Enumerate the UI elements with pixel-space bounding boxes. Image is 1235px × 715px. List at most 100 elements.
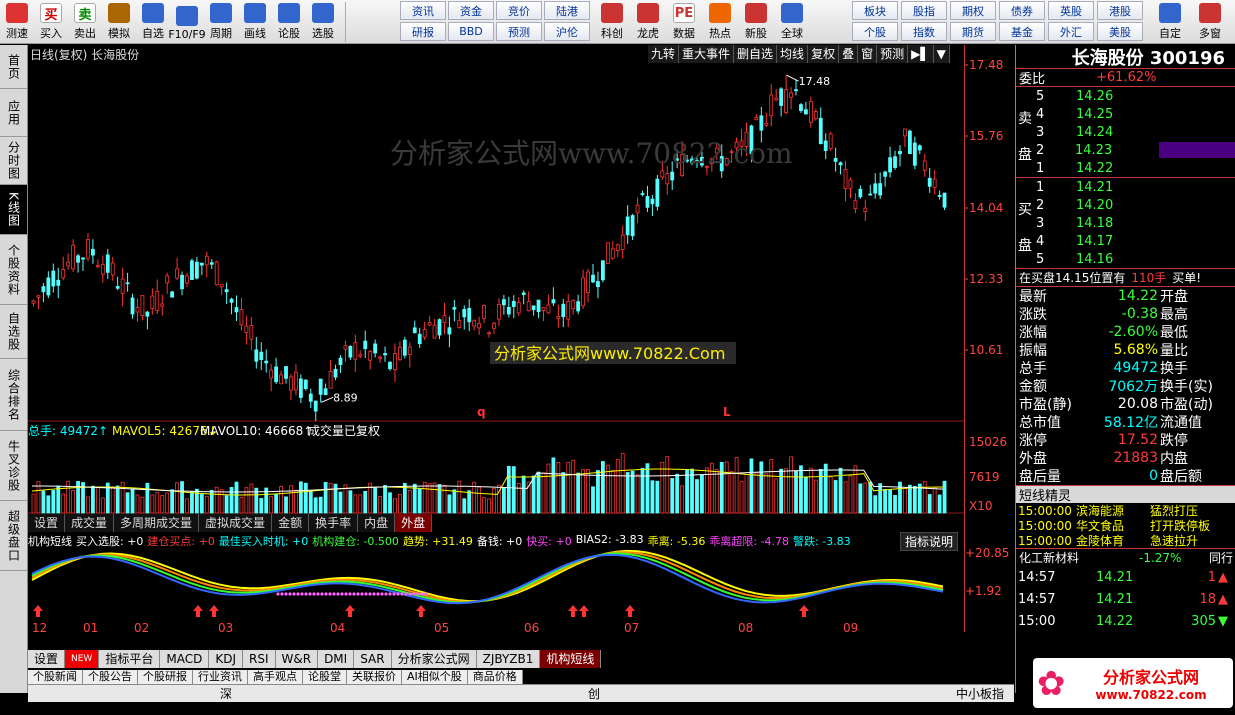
toolbar-small-button[interactable]: 竞价 [496,1,542,20]
toolbar-button-3[interactable]: 模拟 [102,0,136,44]
left-tab-1[interactable]: 应用 [0,89,27,137]
indicator-tab[interactable]: W&R [275,650,319,668]
sell-price[interactable]: 14.22 [1076,161,1146,176]
toolbar-button-7[interactable]: 画线 [238,0,272,44]
left-tab-7[interactable]: 牛叉诊股 [0,431,27,501]
info-tab[interactable]: 个股公告 [83,670,138,684]
chart-topbar-item[interactable]: 预测 [877,45,909,63]
sell-price[interactable]: 14.24 [1076,125,1146,140]
indicator-help-button[interactable]: 指标说明 [900,532,959,551]
buy-price[interactable]: 14.17 [1076,234,1146,249]
market-index[interactable]: 中小板指 [956,685,1004,702]
buy-price[interactable]: 14.20 [1076,198,1146,213]
buy-price[interactable]: 14.21 [1076,180,1146,195]
left-tab-3[interactable]: K线图 [0,185,27,235]
toolbar-button-1[interactable]: 买买入 [34,0,68,44]
indicator-tab[interactable]: KDJ [209,650,243,668]
toolbar-market-button[interactable]: 板块 [852,1,898,20]
toolbar-small-button[interactable]: 陆港 [544,1,590,20]
toolbar-small-button[interactable]: 预测 [496,22,542,41]
toolbar-market-button[interactable]: 港股 [1097,1,1143,20]
toolbar-small-button[interactable]: 研报 [400,22,446,41]
elves-stock[interactable]: 金陵体育 [1076,532,1150,549]
indicator-tab[interactable]: 指标平台 [99,650,161,668]
left-tab-5[interactable]: 自选股 [0,305,27,359]
indicator-tab[interactable]: MACD [160,650,210,668]
sell-price[interactable]: 14.26 [1076,89,1146,104]
buy-price[interactable]: 14.18 [1076,216,1146,231]
toolbar-button-2[interactable]: 卖卖出 [68,0,102,44]
toolbar-button-6[interactable]: 周期 [204,0,238,44]
indicator-tab[interactable]: 机构短线 [540,650,602,668]
chevron-down-icon[interactable]: ▼ [933,45,950,63]
volume-tab[interactable]: 多周期成交量 [114,514,200,532]
toolbar-button-8[interactable]: 论股 [272,0,306,44]
volume-tab[interactable]: 成交量 [65,514,115,532]
toolbar-market-button[interactable]: 期货 [950,22,996,41]
indicator-tab[interactable]: NEW [65,650,100,668]
info-tab[interactable]: 个股新闻 [28,670,83,684]
chart-topbar-item[interactable]: 叠 [839,45,859,63]
indicator-tab[interactable]: SAR [354,650,392,668]
volume-tab[interactable]: 内盘 [358,514,396,532]
indicator-tab[interactable]: ZJBYZB1 [476,650,541,668]
info-tab[interactable]: AI相似个股 [402,670,468,684]
volume-tab[interactable]: 换手率 [309,514,359,532]
market-index[interactable]: 创 [588,685,600,702]
chart-topbar-item[interactable]: 窗 [858,45,878,63]
toolbar-small-button[interactable]: 沪伦 [544,22,590,41]
toolbar-small-button[interactable]: 资讯 [400,1,446,20]
chart-topbar-item[interactable]: 复权 [808,45,840,63]
info-tab[interactable]: 高手观点 [248,670,303,684]
toolbar-market-button[interactable]: 英股 [1048,1,1094,20]
info-tab[interactable]: 关联报价 [347,670,402,684]
indicator-tab[interactable]: 分析家公式网 [391,650,477,668]
toolbar-market-button[interactable]: 期权 [950,1,996,20]
chart-topbar-item[interactable]: 删自选 [734,45,778,63]
buy-price[interactable]: 14.16 [1076,252,1146,267]
sector-name[interactable]: 化工新材料 [1019,549,1139,566]
arrow-right-icon[interactable]: ▶▌ [908,45,934,63]
toolbar-button-4[interactable]: 自选 [136,0,170,44]
toolbar-button-0[interactable]: 测速 [0,0,34,44]
toolbar-button-9[interactable]: 选股 [306,0,340,44]
sell-price[interactable]: 14.25 [1076,107,1146,122]
sector-tail[interactable]: 同行 [1209,549,1233,566]
indicator-tab[interactable]: DMI [318,650,355,668]
volume-tab[interactable]: 虚拟成交量 [199,514,273,532]
toolbar-market-button[interactable]: 指数 [901,22,947,41]
toolbar-market-button[interactable]: 外汇 [1048,22,1094,41]
toolbar-mid-button-2[interactable]: PE 数据 [666,0,702,44]
info-tab[interactable]: 行业资讯 [193,670,248,684]
toolbar-button-5[interactable]: F10/F9 [168,0,206,44]
toolbar-market-button[interactable]: 美股 [1097,22,1143,41]
toolbar-small-button[interactable]: BBD [448,22,494,41]
toolbar-far-button-0[interactable]: 自定 [1150,0,1190,44]
chart-topbar-item[interactable]: 九转 [648,45,680,63]
kline-chart-area[interactable]: 日线(复权) 长海股份 17.48 8.89 q L 分析家公式网www.70822.co… [28,45,964,632]
info-tab[interactable]: 论股堂 [303,670,347,684]
sell-price[interactable]: 14.23 [1075,143,1143,158]
toolbar-market-button[interactable]: 债券 [999,1,1045,20]
chart-topbar-item[interactable]: 均线 [777,45,809,63]
left-tab-8[interactable]: 超级盘口 [0,501,27,571]
volume-tab[interactable]: 外盘 [395,514,433,532]
market-index[interactable]: 深 [220,685,232,702]
info-tab[interactable]: 个股研报 [138,670,193,684]
toolbar-small-button[interactable]: 资金 [448,1,494,20]
indicator-tab[interactable]: 设置 [28,650,66,668]
left-tab-0[interactable]: 首页 [0,45,27,89]
volume-tab[interactable]: 金额 [272,514,310,532]
indicator-tab[interactable]: RSI [243,650,276,668]
chart-topbar-item[interactable]: 重大事件 [679,45,735,63]
toolbar-mid-button-5[interactable]: 全球 [774,0,810,44]
left-tab-2[interactable]: 分时图 [0,137,27,185]
toolbar-market-button[interactable]: 基金 [999,22,1045,41]
volume-tab[interactable]: 设置 [28,514,66,532]
left-tab-6[interactable]: 综合排名 [0,359,27,431]
toolbar-market-button[interactable]: 个股 [852,22,898,41]
info-tab[interactable]: 商品价格 [467,670,523,684]
toolbar-mid-button-4[interactable]: 新股 [738,0,774,44]
left-tab-4[interactable]: 个股资料 [0,235,27,305]
toolbar-mid-button-1[interactable]: 龙虎 [630,0,666,44]
